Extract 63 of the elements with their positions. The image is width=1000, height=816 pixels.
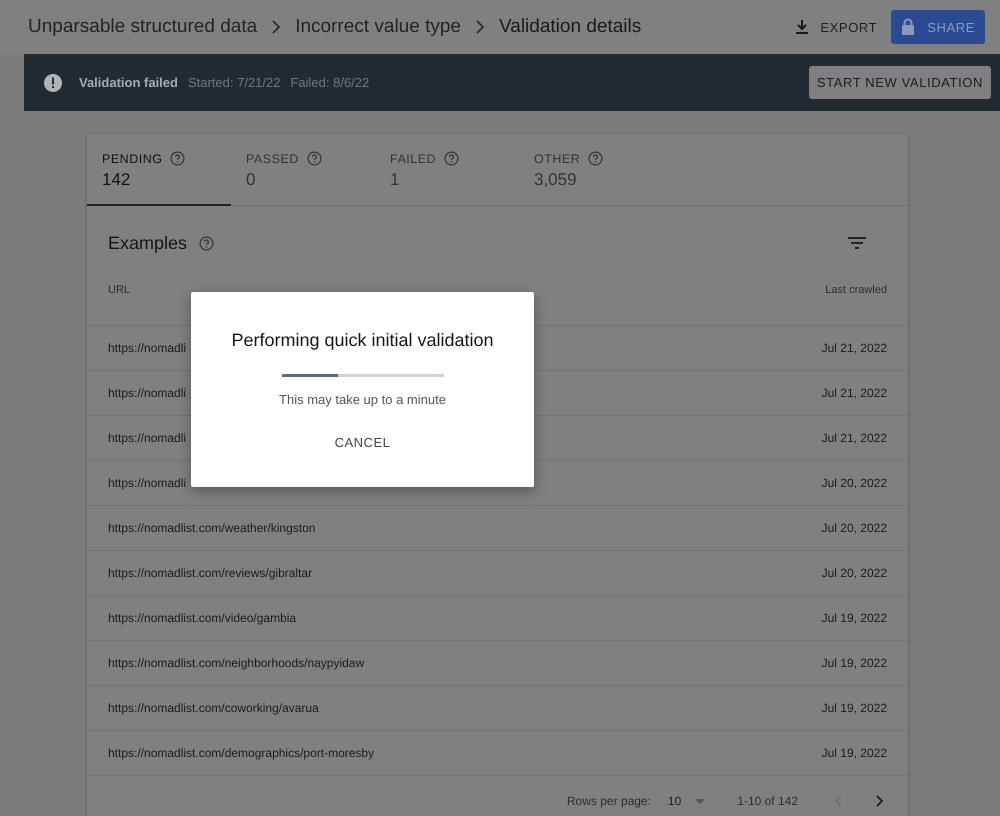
- url-cell[interactable]: https://nomadlist.com/video/gambia: [108, 611, 296, 625]
- url-cell[interactable]: https://nomadlist.com/weather/kingston: [108, 521, 316, 535]
- date-cell: Jul 19, 2022: [822, 701, 887, 715]
- chevron-icon: [475, 20, 485, 34]
- tab-label: FAILED: [390, 152, 436, 166]
- breadcrumb-item: Validation details: [499, 16, 642, 38]
- cancel-button[interactable]: CANCEL: [330, 433, 394, 452]
- status-tab[interactable]: OTHER 3,059: [519, 134, 663, 206]
- breadcrumb-item[interactable]: Unparsable structured data: [28, 16, 258, 38]
- breadcrumb-item[interactable]: Incorrect value type: [295, 16, 461, 38]
- rows-per-page-label: Rows per page:: [566, 794, 651, 808]
- url-cell[interactable]: https://nomadlist.com/demographics/port-moresby: [108, 746, 374, 760]
- page-range: 1-10 of 142: [737, 794, 798, 808]
- url-cell[interactable]: https://nomadli: [108, 431, 186, 445]
- date-cell: Jul 19, 2022: [822, 611, 887, 625]
- date-cell: Jul 20, 2022: [822, 521, 887, 535]
- download-icon: [794, 19, 810, 35]
- date-cell: Jul 20, 2022: [822, 566, 887, 580]
- chevron-icon: [271, 20, 282, 34]
- url-cell[interactable]: https://nomadli: [108, 476, 186, 490]
- share-button[interactable]: SHARE: [891, 10, 985, 44]
- tab-count: 0: [246, 170, 256, 190]
- tab-label: OTHER: [534, 152, 580, 166]
- date-cell: Jul 20, 2022: [822, 476, 887, 490]
- failed-date: Failed: 8/6/22: [290, 75, 370, 90]
- date-cell: Jul 19, 2022: [822, 656, 887, 670]
- section-title: Examples: [108, 232, 188, 254]
- help-icon: [444, 151, 460, 166]
- url-cell[interactable]: https://nomadlist.com/reviews/gibraltar: [108, 566, 312, 580]
- next-page-icon[interactable]: [876, 795, 884, 807]
- alert-icon: [43, 72, 63, 92]
- column-header: URL: [108, 284, 130, 296]
- lock-icon: [901, 18, 916, 36]
- export-button[interactable]: EXPORT: [794, 13, 878, 41]
- date-cell: Jul 21, 2022: [822, 341, 887, 355]
- dialog-message: This may take up to a minute: [279, 392, 446, 407]
- tab-count: 1: [390, 170, 400, 190]
- date-cell: Jul 21, 2022: [822, 386, 887, 400]
- dropdown-caret-icon: [695, 798, 706, 804]
- tab-count: 3,059: [534, 170, 578, 190]
- started-date: Started: 7/21/22: [188, 75, 280, 90]
- dialog-title: Performing quick initial validation: [231, 330, 494, 351]
- validation-status: Validation failed: [79, 75, 178, 90]
- status-tab[interactable]: PENDING 142: [87, 134, 231, 206]
- date-cell: Jul 21, 2022: [822, 431, 887, 445]
- rows-per-page-select[interactable]: 10: [668, 794, 706, 808]
- url-cell[interactable]: https://nomadli: [108, 386, 186, 400]
- status-tab[interactable]: FAILED 1: [375, 134, 519, 206]
- tab-count: 142: [102, 170, 132, 190]
- help-icon: [170, 151, 186, 166]
- status-tab[interactable]: PASSED 0: [231, 134, 375, 206]
- tab-label: PASSED: [246, 152, 299, 166]
- url-cell[interactable]: https://nomadli: [108, 341, 186, 355]
- help-icon: [588, 151, 604, 166]
- tab-label: PENDING: [102, 152, 162, 166]
- url-cell[interactable]: https://nomadlist.com/coworking/avarua: [108, 701, 319, 715]
- filter-icon[interactable]: [848, 237, 866, 249]
- date-cell: Jul 19, 2022: [822, 746, 887, 760]
- help-icon: [199, 236, 214, 250]
- column-header: Last crawled: [825, 284, 887, 296]
- help-icon: [306, 151, 322, 166]
- start-validation-button[interactable]: START NEW VALIDATION: [808, 66, 991, 99]
- url-cell[interactable]: https://nomadlist.com/neighborhoods/naypyidaw: [108, 656, 364, 670]
